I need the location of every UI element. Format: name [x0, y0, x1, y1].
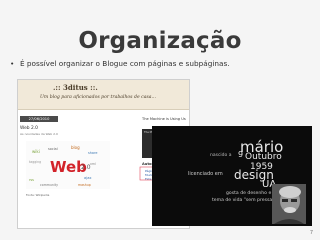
word-cloud-image: wiki social blog share tagging rss ajax …: [29, 145, 97, 187]
svg-text:mashup: mashup: [78, 183, 91, 187]
post-title[interactable]: Web 2.0: [20, 126, 38, 131]
page-number: 7: [309, 230, 313, 236]
slide: Organização • É possível organizar o Blog…: [0, 0, 320, 240]
svg-text:tagging: tagging: [29, 160, 41, 164]
svg-text:share: share: [88, 151, 97, 155]
svg-text:ajax: ajax: [84, 176, 92, 180]
svg-text:wiki: wiki: [32, 149, 40, 154]
post-image: wiki social blog share tagging rss ajax …: [26, 141, 110, 189]
zoom-line-lema: tema de vida "sem pressa": [212, 198, 275, 203]
post-date: 27/06/2010: [20, 116, 58, 122]
blog-header: .:: 3ditus ::. Um blog para aficionados …: [18, 80, 189, 110]
sidebar-video-heading: The Machine is Using Us: [142, 117, 186, 121]
zoom-month: Outubro: [245, 152, 282, 162]
svg-text:rss: rss: [29, 178, 34, 182]
bullet-point: • É possível organizar o Blogue com págin…: [10, 59, 315, 68]
zoom-line-licenciado: licenciado em: [188, 171, 223, 177]
zoomed-page-panel: mário nascido a 9 Outubro 1959 licenciad…: [152, 126, 312, 226]
svg-text:blog: blog: [71, 145, 80, 150]
bullet-text: É possível organizar o Blogue com página…: [20, 59, 230, 68]
portrait-icon: [272, 184, 306, 224]
portrait-photo: [272, 184, 306, 224]
post-caption: Fonte: Wikipedia: [26, 193, 50, 197]
slide-title: Organização: [78, 28, 242, 54]
zoom-line-nascido: nascido a: [210, 153, 232, 158]
bullet-icon: •: [10, 59, 15, 68]
post-subtitle: As novidades da Web 2.0: [20, 132, 58, 136]
svg-text:xml: xml: [90, 162, 96, 166]
blog-tagline: Um blog para aficionados por trabalhos d…: [40, 95, 156, 100]
blog-logo[interactable]: .:: 3ditus ::.: [53, 83, 98, 92]
svg-text:community: community: [40, 183, 58, 187]
word-cloud-version: 2.0: [81, 164, 91, 171]
svg-text:social: social: [48, 147, 58, 151]
zoom-day: 9: [238, 150, 244, 159]
